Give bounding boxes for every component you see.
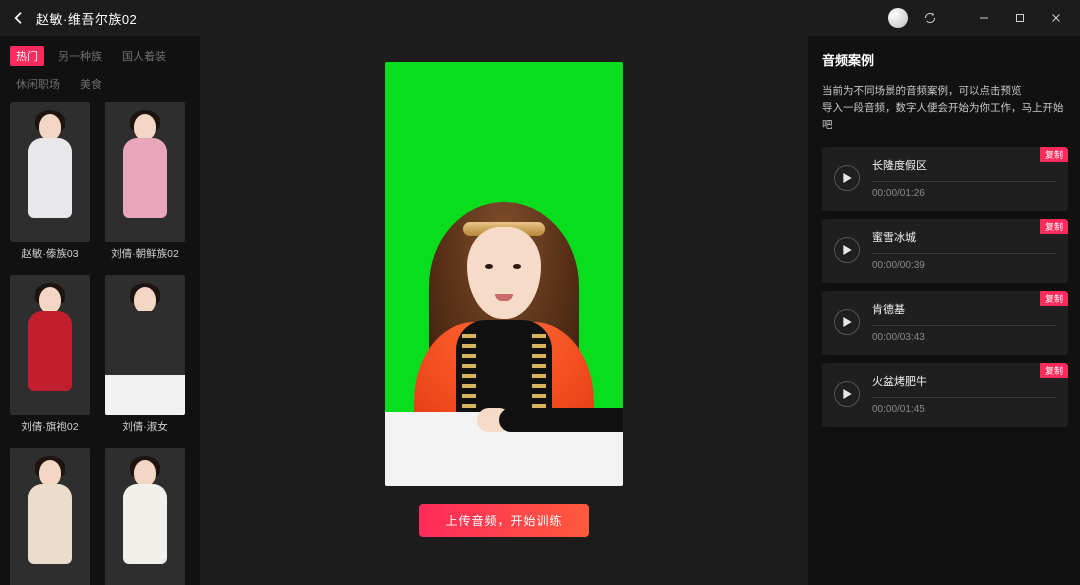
copy-badge[interactable]: 复制 [1040,147,1068,162]
tab-item[interactable]: 国人着装 [116,46,172,66]
character-card[interactable]: 刘倩·朝鲜族02 [105,102,185,261]
titlebar: 赵敏·维吾尔族02 [0,0,1080,36]
character-card[interactable] [10,448,90,585]
play-button[interactable] [834,309,860,335]
audio-duration: 00:00/03:43 [872,332,1056,343]
character-name: 赵敏·傣族03 [10,246,90,261]
window-minimize-icon[interactable] [970,7,998,29]
audio-card: 火盆烤肥牛 00:00/01:45 复制 [822,363,1068,427]
copy-badge[interactable]: 复制 [1040,291,1068,306]
audio-title: 火盆烤肥牛 [872,373,1056,389]
play-button[interactable] [834,381,860,407]
audio-title: 蜜雪冰城 [872,229,1056,245]
tab-item[interactable]: 休闲职场 [10,74,66,94]
character-card[interactable]: 赵敏·傣族03 [10,102,90,261]
character-card[interactable]: 刘倩·旗袍02 [10,275,90,434]
copy-badge[interactable]: 复制 [1040,219,1068,234]
play-button[interactable] [834,165,860,191]
tab-item[interactable]: 美食 [74,74,108,94]
audio-list: 长隆度假区00:00/01:26复制蜜雪冰城00:00/00:39复制肯德基00… [822,147,1068,427]
upload-audio-button[interactable]: 上传音频，开始训练 [419,504,588,537]
copy-badge[interactable]: 复制 [1040,363,1068,378]
back-button[interactable] [10,9,28,27]
audio-duration: 00:00/01:26 [872,188,1056,199]
audio-panel: 音频案例 当前为不同场景的音频案例，可以点击预览 导入一段音频，数字人便会开始为… [808,36,1080,585]
character-card[interactable]: 刘倩·淑女 [105,275,185,434]
character-card[interactable] [105,448,185,585]
audio-card: 肯德基 00:00/03:43 复制 [822,291,1068,355]
audio-panel-heading: 音频案例 [822,50,1068,69]
audio-card: 长隆度假区 00:00/01:26 复制 [822,147,1068,211]
page-title: 赵敏·维吾尔族02 [36,9,137,28]
audio-title: 肯德基 [872,301,1056,317]
tab-item[interactable]: 热门 [10,46,44,66]
preview-canvas[interactable] [385,62,623,486]
window-close-icon[interactable] [1042,7,1070,29]
audio-duration: 00:00/01:45 [872,404,1056,415]
character-name: 刘倩·朝鲜族02 [105,246,185,261]
character-panel: 热门另一种族国人着装休闲职场美食 赵敏·傣族03 刘倩·朝鲜族02 刘倩·旗袍02 刘… [0,36,200,585]
tab-item[interactable]: 另一种族 [52,46,108,66]
audio-duration: 00:00/00:39 [872,260,1056,271]
window-maximize-icon[interactable] [1006,7,1034,29]
character-name: 刘倩·旗袍02 [10,419,90,434]
character-tabs: 热门另一种族国人着装休闲职场美食 [10,46,192,94]
play-button[interactable] [834,237,860,263]
refresh-button[interactable] [916,7,944,29]
canvas-area: 上传音频，开始训练 [200,36,808,585]
audio-card: 蜜雪冰城 00:00/00:39 复制 [822,219,1068,283]
audio-panel-description: 当前为不同场景的音频案例，可以点击预览 导入一段音频，数字人便会开始为你工作，马… [822,83,1068,133]
audio-title: 长隆度假区 [872,157,1056,173]
avatar[interactable] [888,8,908,28]
character-name: 刘倩·淑女 [105,419,185,434]
character-list: 赵敏·傣族03 刘倩·朝鲜族02 刘倩·旗袍02 刘倩·淑女 [10,102,192,585]
